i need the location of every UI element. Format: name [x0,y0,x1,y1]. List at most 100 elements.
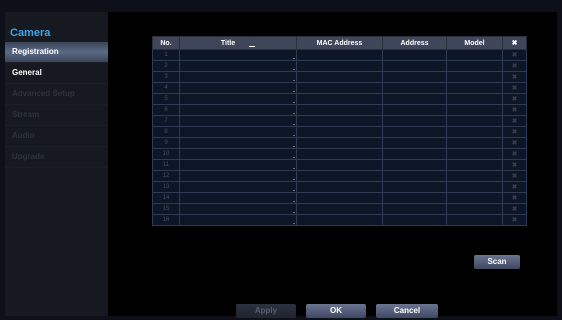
row-number: 13 [152,181,180,193]
table-row[interactable]: 6 ✖ [152,104,527,116]
sidebar-item-general[interactable]: General [5,63,108,84]
model-cell [446,170,503,182]
cancel-button[interactable]: Cancel [376,304,438,318]
delete-row-icon[interactable]: ✖ [502,71,527,83]
sidebar-item-registration[interactable]: Registration [5,42,108,63]
delete-row-icon[interactable]: ✖ [502,192,527,204]
title-cell [179,137,297,149]
address-cell [382,137,447,149]
table-row[interactable]: 2 ✖ [152,60,527,72]
column-header-no: No. [152,36,180,50]
delete-row-icon[interactable]: ✖ [502,93,527,105]
table-body: 1 ✖ 2 ✖ 3 ✖ 4 ✖ 5 ✖ 6 ✖ 7 ✖ 8 ✖ 9 ✖ 10 ✖ 11 ✖ 12 ✖ 13 ✖ 14 ✖ 15 ✖ 16 ✖ [152,49,527,226]
delete-row-icon[interactable]: ✖ [502,214,527,226]
row-number: 3 [152,71,180,83]
mac-address-cell [296,93,383,105]
mac-address-cell [296,137,383,149]
table-row[interactable]: 9 ✖ [152,137,527,149]
table-row[interactable]: 13 ✖ [152,181,527,193]
delete-row-icon[interactable]: ✖ [502,159,527,171]
model-cell [446,159,503,171]
model-cell [446,115,503,127]
model-cell [446,192,503,204]
table-row[interactable]: 5 ✖ [152,93,527,105]
delete-row-icon[interactable]: ✖ [502,137,527,149]
mac-address-cell [296,181,383,193]
table-row[interactable]: 3 ✖ [152,71,527,83]
title-cell [179,148,297,160]
table-row[interactable]: 10 ✖ [152,148,527,160]
model-cell [446,93,503,105]
table-row[interactable]: 7 ✖ [152,115,527,127]
mac-address-cell [296,82,383,94]
row-number: 11 [152,159,180,171]
address-cell [382,203,447,215]
row-number: 6 [152,104,180,116]
delete-row-icon[interactable]: ✖ [502,82,527,94]
address-cell [382,82,447,94]
title-cell [179,71,297,83]
mac-address-cell [296,104,383,116]
title-cell [179,126,297,138]
address-cell [382,214,447,226]
title-cell [179,214,297,226]
delete-row-icon[interactable]: ✖ [502,104,527,116]
delete-row-icon[interactable]: ✖ [502,49,527,61]
delete-row-icon[interactable]: ✖ [502,115,527,127]
row-number: 14 [152,192,180,204]
scan-button[interactable]: Scan [474,255,520,269]
title-cell [179,181,297,193]
column-header-address: Address [382,36,447,50]
ok-button[interactable]: OK [306,304,366,318]
model-cell [446,203,503,215]
mac-address-cell [296,49,383,61]
delete-row-icon[interactable]: ✖ [502,170,527,182]
row-number: 16 [152,214,180,226]
row-number: 15 [152,203,180,215]
title-cell [179,49,297,61]
table-header-row: No. Title MAC Address Address Model ✖ [152,36,527,50]
model-cell [446,71,503,83]
title-cell [179,82,297,94]
sidebar-title: Camera [10,27,51,39]
delete-row-icon[interactable]: ✖ [502,126,527,138]
table-row[interactable]: 8 ✖ [152,126,527,138]
address-cell [382,93,447,105]
mac-address-cell [296,192,383,204]
title-cell [179,170,297,182]
mac-address-cell [296,115,383,127]
model-cell [446,126,503,138]
delete-all-icon[interactable]: ✖ [502,36,527,50]
row-number: 4 [152,82,180,94]
address-cell [382,104,447,116]
row-number: 5 [152,93,180,105]
table-row[interactable]: 16 ✖ [152,214,527,226]
delete-row-icon[interactable]: ✖ [502,60,527,72]
sidebar-item-upgrade: Upgrade [5,147,108,168]
mac-address-cell [296,126,383,138]
delete-row-icon[interactable]: ✖ [502,148,527,160]
mac-address-cell [296,203,383,215]
row-number: 1 [152,49,180,61]
table-row[interactable]: 14 ✖ [152,192,527,204]
sidebar-menu: Registration General Advanced Setup Stream A… [5,42,108,168]
sidebar-item-stream: Stream [5,105,108,126]
sort-indicator-icon [249,45,256,47]
table-row[interactable]: 1 ✖ [152,49,527,61]
table-row[interactable]: 15 ✖ [152,203,527,215]
column-header-title[interactable]: Title [179,36,297,50]
apply-button[interactable]: Apply [236,304,296,318]
mac-address-cell [296,170,383,182]
address-cell [382,159,447,171]
address-cell [382,181,447,193]
table-row[interactable]: 4 ✖ [152,82,527,94]
row-number: 8 [152,126,180,138]
delete-row-icon[interactable]: ✖ [502,181,527,193]
camera-settings-window: Camera Registration General Advanced Setup… [5,12,557,318]
delete-row-icon[interactable]: ✖ [502,203,527,215]
column-header-model: Model [446,36,503,50]
table-row[interactable]: 11 ✖ [152,159,527,171]
table-row[interactable]: 12 ✖ [152,170,527,182]
address-cell [382,170,447,182]
title-cell [179,159,297,171]
